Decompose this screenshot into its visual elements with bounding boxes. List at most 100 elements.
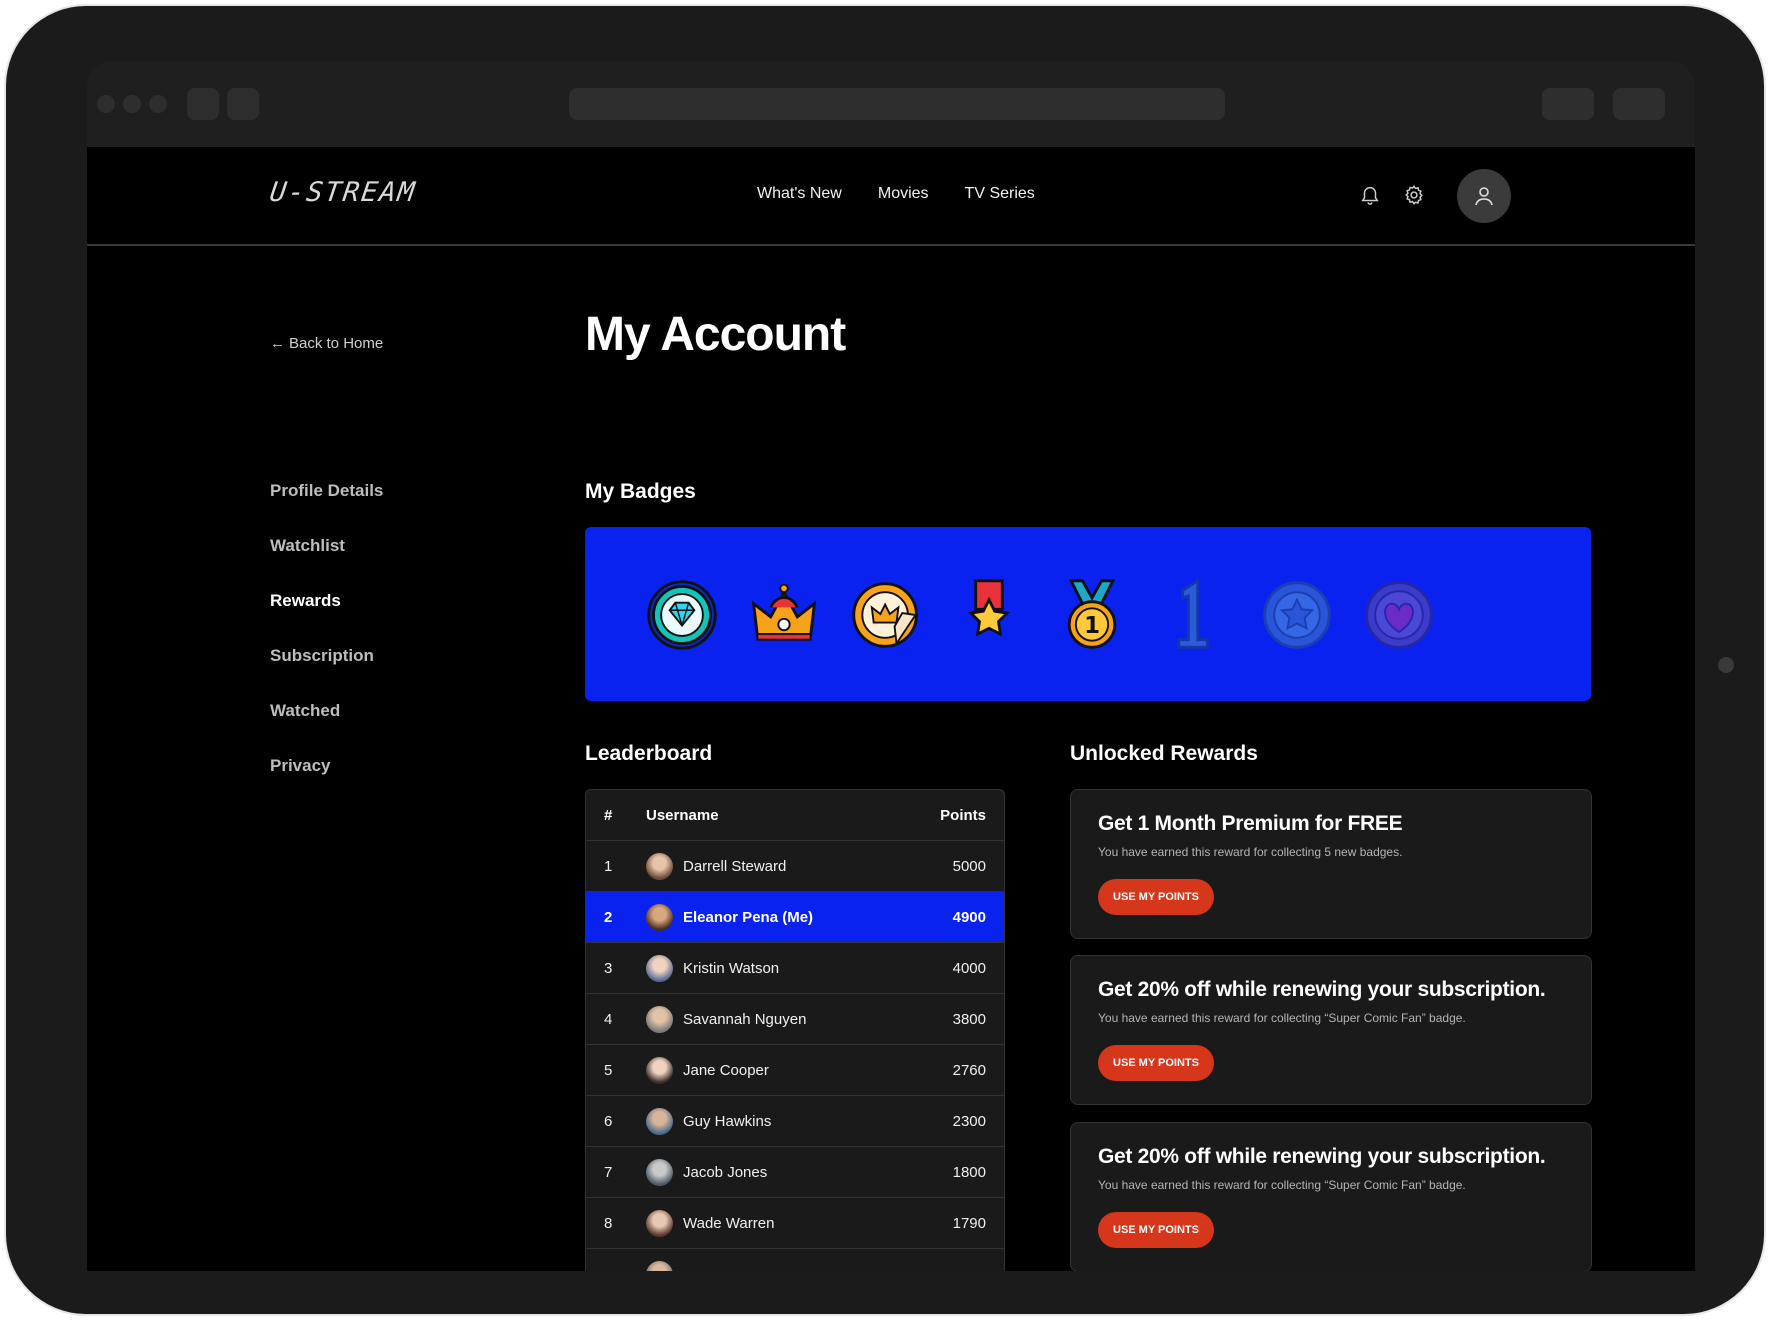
row-user: Jane Cooper	[646, 1056, 914, 1084]
row-user: Darrell Steward	[646, 852, 914, 880]
profile-avatar-button[interactable]	[1457, 169, 1511, 223]
avatar	[646, 1260, 673, 1271]
browser-forward-button[interactable]	[227, 88, 259, 120]
table-row-current-user[interactable]: 2 Eleanor Pena (Me) 4900	[586, 892, 1004, 943]
reward-card: Get 20% off while renewing your subscrip…	[1070, 955, 1592, 1105]
browser-menu-button[interactable]	[1613, 88, 1665, 120]
row-username: Guy Hawkins	[683, 1112, 772, 1130]
row-points: 5000	[952, 857, 986, 875]
back-to-home-label: Back to Home	[289, 335, 384, 352]
gear-icon	[1405, 185, 1423, 205]
avatar	[646, 1005, 673, 1033]
table-row[interactable]: 5 Jane Cooper 2760	[586, 1045, 1004, 1096]
account-sidebar: Profile Details Watchlist Rewards Subscr…	[270, 481, 383, 811]
column-rank: #	[604, 806, 613, 824]
browser-back-button[interactable]	[187, 88, 219, 120]
address-bar[interactable]	[569, 88, 1225, 120]
row-username: Kristin Watson	[683, 959, 780, 977]
reward-description: You have earned this reward for collecti…	[1098, 1178, 1466, 1192]
crown-sticker-badge-icon[interactable]	[849, 577, 925, 653]
badges-title: My Badges	[585, 480, 696, 503]
row-rank: 2	[604, 908, 613, 926]
row-points: 1800	[952, 1163, 986, 1181]
window-minimize-dot[interactable]	[123, 95, 141, 113]
camera-dot	[1718, 657, 1734, 673]
table-row[interactable]: 4 Savannah Nguyen 3800	[586, 994, 1004, 1045]
table-row-partial[interactable]	[586, 1249, 1004, 1271]
row-username: Jacob Jones	[683, 1163, 768, 1181]
row-rank: 1	[604, 857, 613, 875]
number-one-badge-icon[interactable]	[1156, 577, 1232, 653]
rewards-title: Unlocked Rewards	[1070, 742, 1258, 765]
sidebar-item-subscription[interactable]: Subscription	[270, 646, 383, 701]
sidebar-item-watchlist[interactable]: Watchlist	[270, 536, 383, 591]
crown-badge-icon[interactable]	[746, 577, 822, 653]
row-user: Guy Hawkins	[646, 1107, 914, 1135]
window-maximize-dot[interactable]	[149, 95, 167, 113]
reward-card: Get 1 Month Premium for FREE You have ea…	[1070, 789, 1592, 939]
settings-button[interactable]	[1400, 181, 1428, 209]
browser-toolbar	[87, 61, 1695, 147]
browser-action-button[interactable]	[1542, 88, 1594, 120]
sidebar-item-watched[interactable]: Watched	[270, 701, 383, 756]
row-username: Eleanor Pena (Me)	[683, 908, 814, 926]
user-icon	[1475, 187, 1493, 206]
use-my-points-button[interactable]: USE MY POINTS	[1098, 1045, 1214, 1081]
row-username: Jane Cooper	[683, 1061, 769, 1079]
row-user: Savannah Nguyen	[646, 1005, 914, 1033]
row-rank: 6	[604, 1112, 613, 1130]
column-username: Username	[646, 806, 719, 824]
reward-title: Get 20% off while renewing your subscrip…	[1098, 1145, 1546, 1168]
avatar	[646, 852, 673, 880]
back-to-home-link[interactable]: ← Back to Home	[270, 335, 383, 352]
row-points: 4000	[952, 959, 986, 977]
notifications-button[interactable]	[1356, 181, 1384, 209]
row-points: 3800	[952, 1010, 986, 1028]
use-my-points-button[interactable]: USE MY POINTS	[1098, 1212, 1214, 1248]
window-close-dot[interactable]	[97, 95, 115, 113]
avatar	[646, 903, 673, 931]
nav-tv-series[interactable]: TV Series	[965, 185, 1035, 203]
top-navigation: U-STREAM What's New Movies TV Series	[87, 147, 1695, 246]
avatar	[646, 954, 673, 982]
table-row[interactable]: 8 Wade Warren 1790	[586, 1198, 1004, 1249]
row-rank: 5	[604, 1061, 613, 1079]
app-screen: U-STREAM What's New Movies TV Series ← B…	[87, 147, 1695, 1271]
nav-movies[interactable]: Movies	[878, 185, 929, 203]
table-row[interactable]: 1 Darrell Steward 5000	[586, 841, 1004, 892]
table-header: # Username Points	[586, 790, 1004, 841]
row-points: 1790	[952, 1214, 986, 1232]
reward-card: Get 20% off while renewing your subscrip…	[1070, 1122, 1592, 1271]
number-one-medal-badge-icon[interactable]: 1	[1054, 577, 1130, 653]
row-user	[646, 1260, 914, 1271]
row-username: Savannah Nguyen	[683, 1010, 807, 1028]
star-coin-badge-icon[interactable]	[1259, 577, 1335, 653]
nav-whats-new[interactable]: What's New	[757, 185, 842, 203]
reward-description: You have earned this reward for collecti…	[1098, 1011, 1466, 1025]
heart-coin-badge-icon[interactable]	[1361, 577, 1437, 653]
sidebar-item-profile-details[interactable]: Profile Details	[270, 481, 383, 536]
row-user: Wade Warren	[646, 1209, 914, 1237]
tablet-frame: U-STREAM What's New Movies TV Series ← B…	[6, 6, 1764, 1314]
bell-icon	[1361, 187, 1379, 205]
logo[interactable]: U-STREAM	[268, 177, 418, 208]
svg-text:1: 1	[1084, 613, 1100, 639]
reward-title: Get 1 Month Premium for FREE	[1098, 812, 1403, 835]
use-my-points-button[interactable]: USE MY POINTS	[1098, 879, 1214, 915]
star-ribbon-badge-icon[interactable]	[951, 577, 1027, 653]
row-rank: 4	[604, 1010, 613, 1028]
page-title: My Account	[585, 308, 846, 361]
avatar	[646, 1107, 673, 1135]
table-row[interactable]: 6 Guy Hawkins 2300	[586, 1096, 1004, 1147]
table-row[interactable]: 7 Jacob Jones 1800	[586, 1147, 1004, 1198]
main-nav: What's New Movies TV Series	[757, 185, 1035, 203]
leaderboard-title: Leaderboard	[585, 742, 713, 765]
sidebar-item-privacy[interactable]: Privacy	[270, 756, 383, 811]
sidebar-item-rewards[interactable]: Rewards	[270, 591, 383, 646]
diamond-badge-icon[interactable]	[644, 577, 720, 653]
badges-panel: 1	[585, 527, 1591, 701]
row-rank: 8	[604, 1214, 613, 1232]
row-user: Jacob Jones	[646, 1158, 914, 1186]
table-row[interactable]: 3 Kristin Watson 4000	[586, 943, 1004, 994]
row-points: 2300	[952, 1112, 986, 1130]
